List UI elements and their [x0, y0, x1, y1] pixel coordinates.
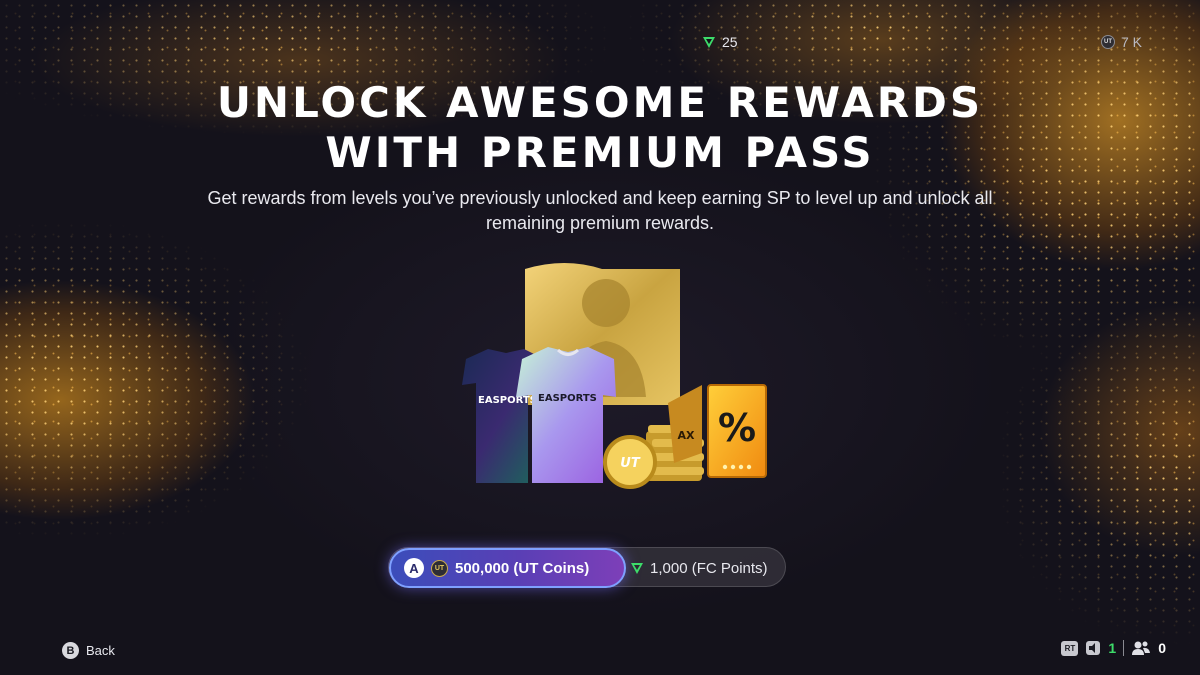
fc-points-value: 25	[722, 34, 738, 50]
back-label: Back	[86, 643, 115, 658]
mic-count: 1	[1108, 640, 1117, 656]
divider	[1123, 640, 1125, 656]
ut-coins-price-label: 500,000 (UT Coins)	[455, 559, 590, 577]
title-line-2: WITH PREMIUM PASS	[325, 128, 875, 177]
fc-points-price-label: 1,000 (FC Points)	[650, 559, 768, 577]
rt-button-icon: RT	[1061, 640, 1079, 656]
page-title: UNLOCK AWESOME REWARDS WITH PREMIUM PASS	[0, 78, 1200, 178]
buy-with-fc-points-button[interactable]: 1,000 (FC Points)	[626, 548, 768, 588]
speaker-muted-icon	[1086, 641, 1101, 655]
a-button-icon: A	[404, 558, 424, 578]
premium-rewards-artwork: EASPORTS EASPORTS UT AX %	[462, 263, 767, 489]
fc-points-icon	[703, 37, 715, 48]
ut-coin-icon: UT	[431, 559, 448, 577]
percent-text: %	[718, 406, 756, 450]
back-button[interactable]: B Back	[62, 642, 115, 659]
fc-points-balance: 25	[702, 34, 738, 50]
status-bar: RT 1 0	[1061, 640, 1166, 656]
fc-points-icon	[631, 563, 643, 574]
b-button-icon: B	[62, 642, 79, 659]
purchase-options: A UT 500,000 (UT Coins) 1,000 (FC Points…	[388, 547, 786, 588]
coins-balance: UT 7 K	[1100, 34, 1142, 50]
ut-coin-icon: UT	[1100, 35, 1115, 49]
dark-kit-brand: EASPORTS	[478, 395, 537, 406]
gold-tag-text: AX	[678, 429, 696, 442]
party-members-icon	[1132, 641, 1151, 655]
light-football-kit: EASPORTS	[516, 347, 616, 483]
party-count: 0	[1158, 640, 1166, 656]
light-kit-brand: EASPORTS	[538, 393, 597, 404]
title-line-1: UNLOCK AWESOME REWARDS	[216, 78, 984, 127]
coins-value: 7 K	[1120, 34, 1142, 50]
page-subtitle: Get rewards from levels you’ve previousl…	[207, 188, 993, 233]
coin-logo-text: UT	[620, 456, 641, 471]
buy-with-ut-coins-button[interactable]: A UT 500,000 (UT Coins)	[389, 548, 626, 588]
